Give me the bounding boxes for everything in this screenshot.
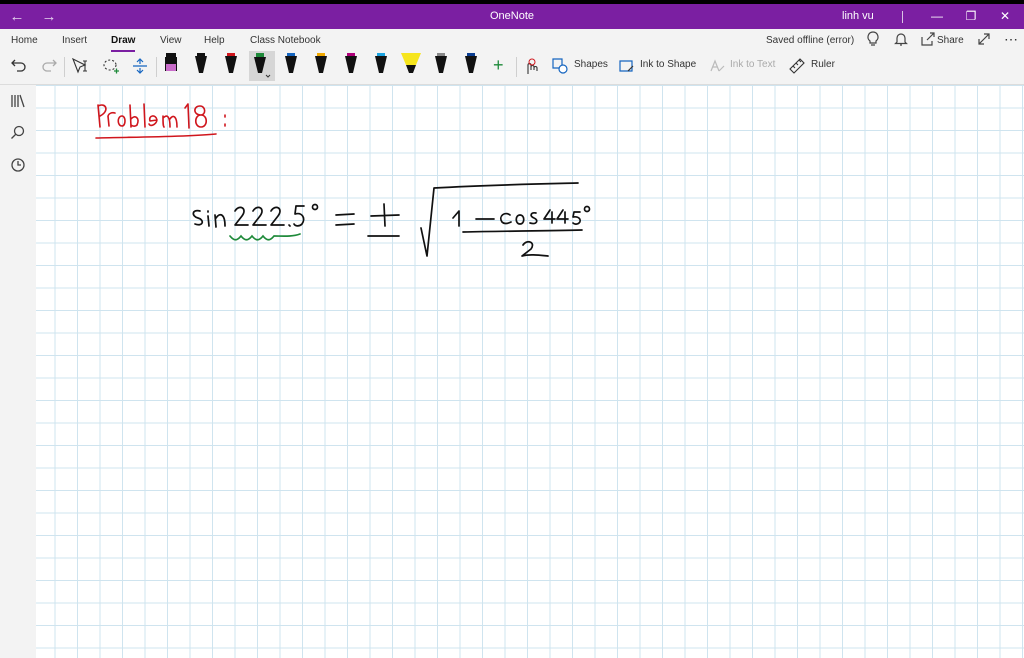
ink-to-shape-label: Ink to Shape	[640, 59, 697, 70]
tab-help[interactable]: Help	[204, 35, 225, 46]
lasso-select-icon[interactable]	[102, 58, 120, 79]
ink-to-shape-icon	[619, 60, 634, 72]
ink-radical-fraction	[420, 182, 591, 257]
tab-class-notebook[interactable]: Class Notebook	[250, 35, 321, 46]
ink-sin-expression	[192, 203, 319, 228]
highlighter-yellow-icon[interactable]	[399, 51, 423, 81]
pen-navy-icon[interactable]	[461, 51, 481, 81]
add-space-icon[interactable]	[132, 58, 148, 77]
pen-blue-icon[interactable]	[281, 51, 301, 81]
tab-insert[interactable]: Insert	[62, 35, 87, 46]
notebooks-icon[interactable]	[10, 93, 26, 109]
bell-icon[interactable]	[894, 31, 908, 50]
pen-red-icon[interactable]	[221, 51, 241, 81]
ink-replay-icon[interactable]	[523, 58, 539, 79]
restore-icon[interactable]: ❐	[956, 4, 986, 29]
shapes-label: Shapes	[574, 59, 608, 70]
pen-lavender-icon[interactable]	[161, 51, 181, 81]
minimize-icon[interactable]: —	[922, 4, 952, 29]
ruler-label: Ruler	[811, 59, 835, 70]
pencil-gray-icon[interactable]	[431, 51, 451, 81]
ribbon: Home Insert Draw View Help Class Noteboo…	[0, 29, 1024, 85]
tab-home[interactable]: Home	[11, 35, 38, 46]
pen-green-selected[interactable]	[249, 51, 275, 81]
tab-view[interactable]: View	[160, 35, 182, 46]
pen-black-icon[interactable]	[191, 51, 211, 81]
left-nav	[0, 85, 36, 658]
ink-to-text-icon	[710, 59, 725, 72]
pen-green-icon	[254, 53, 271, 78]
type-select-icon[interactable]	[71, 57, 90, 77]
toolbar-divider	[64, 57, 65, 77]
expand-icon[interactable]	[977, 32, 991, 49]
note-canvas[interactable]	[36, 85, 1024, 658]
tab-draw[interactable]: Draw	[111, 35, 136, 52]
ink-equals-plus-minus	[335, 203, 400, 237]
more-options-icon[interactable]: ⋯	[1004, 31, 1019, 48]
titlebar-divider	[902, 11, 903, 23]
add-pen-icon[interactable]: +	[493, 55, 504, 76]
toolbar-divider	[516, 57, 517, 77]
ruler-icon	[789, 58, 805, 74]
share-icon[interactable]	[921, 32, 935, 49]
ink-to-text-label: Ink to Text	[730, 59, 776, 70]
undo-icon[interactable]	[11, 58, 27, 75]
search-icon[interactable]	[10, 125, 26, 141]
lightbulb-icon[interactable]	[866, 31, 880, 50]
close-icon[interactable]: ✕	[990, 4, 1020, 29]
sync-status: Saved offline (error)	[766, 35, 855, 46]
redo-icon[interactable]	[41, 58, 57, 75]
title-bar: ← → OneNote linh vu — ❐ ✕	[0, 4, 1024, 29]
ink-heading-problem-18	[95, 103, 226, 139]
ink-layer	[95, 103, 591, 257]
shapes-icon	[552, 58, 568, 74]
pen-magenta-icon[interactable]	[341, 51, 361, 81]
toolbar-divider	[156, 57, 157, 77]
ink-green-underline	[229, 233, 301, 241]
pen-cyan-icon[interactable]	[371, 51, 391, 81]
user-name[interactable]: linh vu	[842, 4, 874, 29]
recent-clock-icon[interactable]	[10, 157, 26, 173]
pen-orange-icon[interactable]	[311, 51, 331, 81]
share-button[interactable]: Share	[937, 35, 964, 46]
